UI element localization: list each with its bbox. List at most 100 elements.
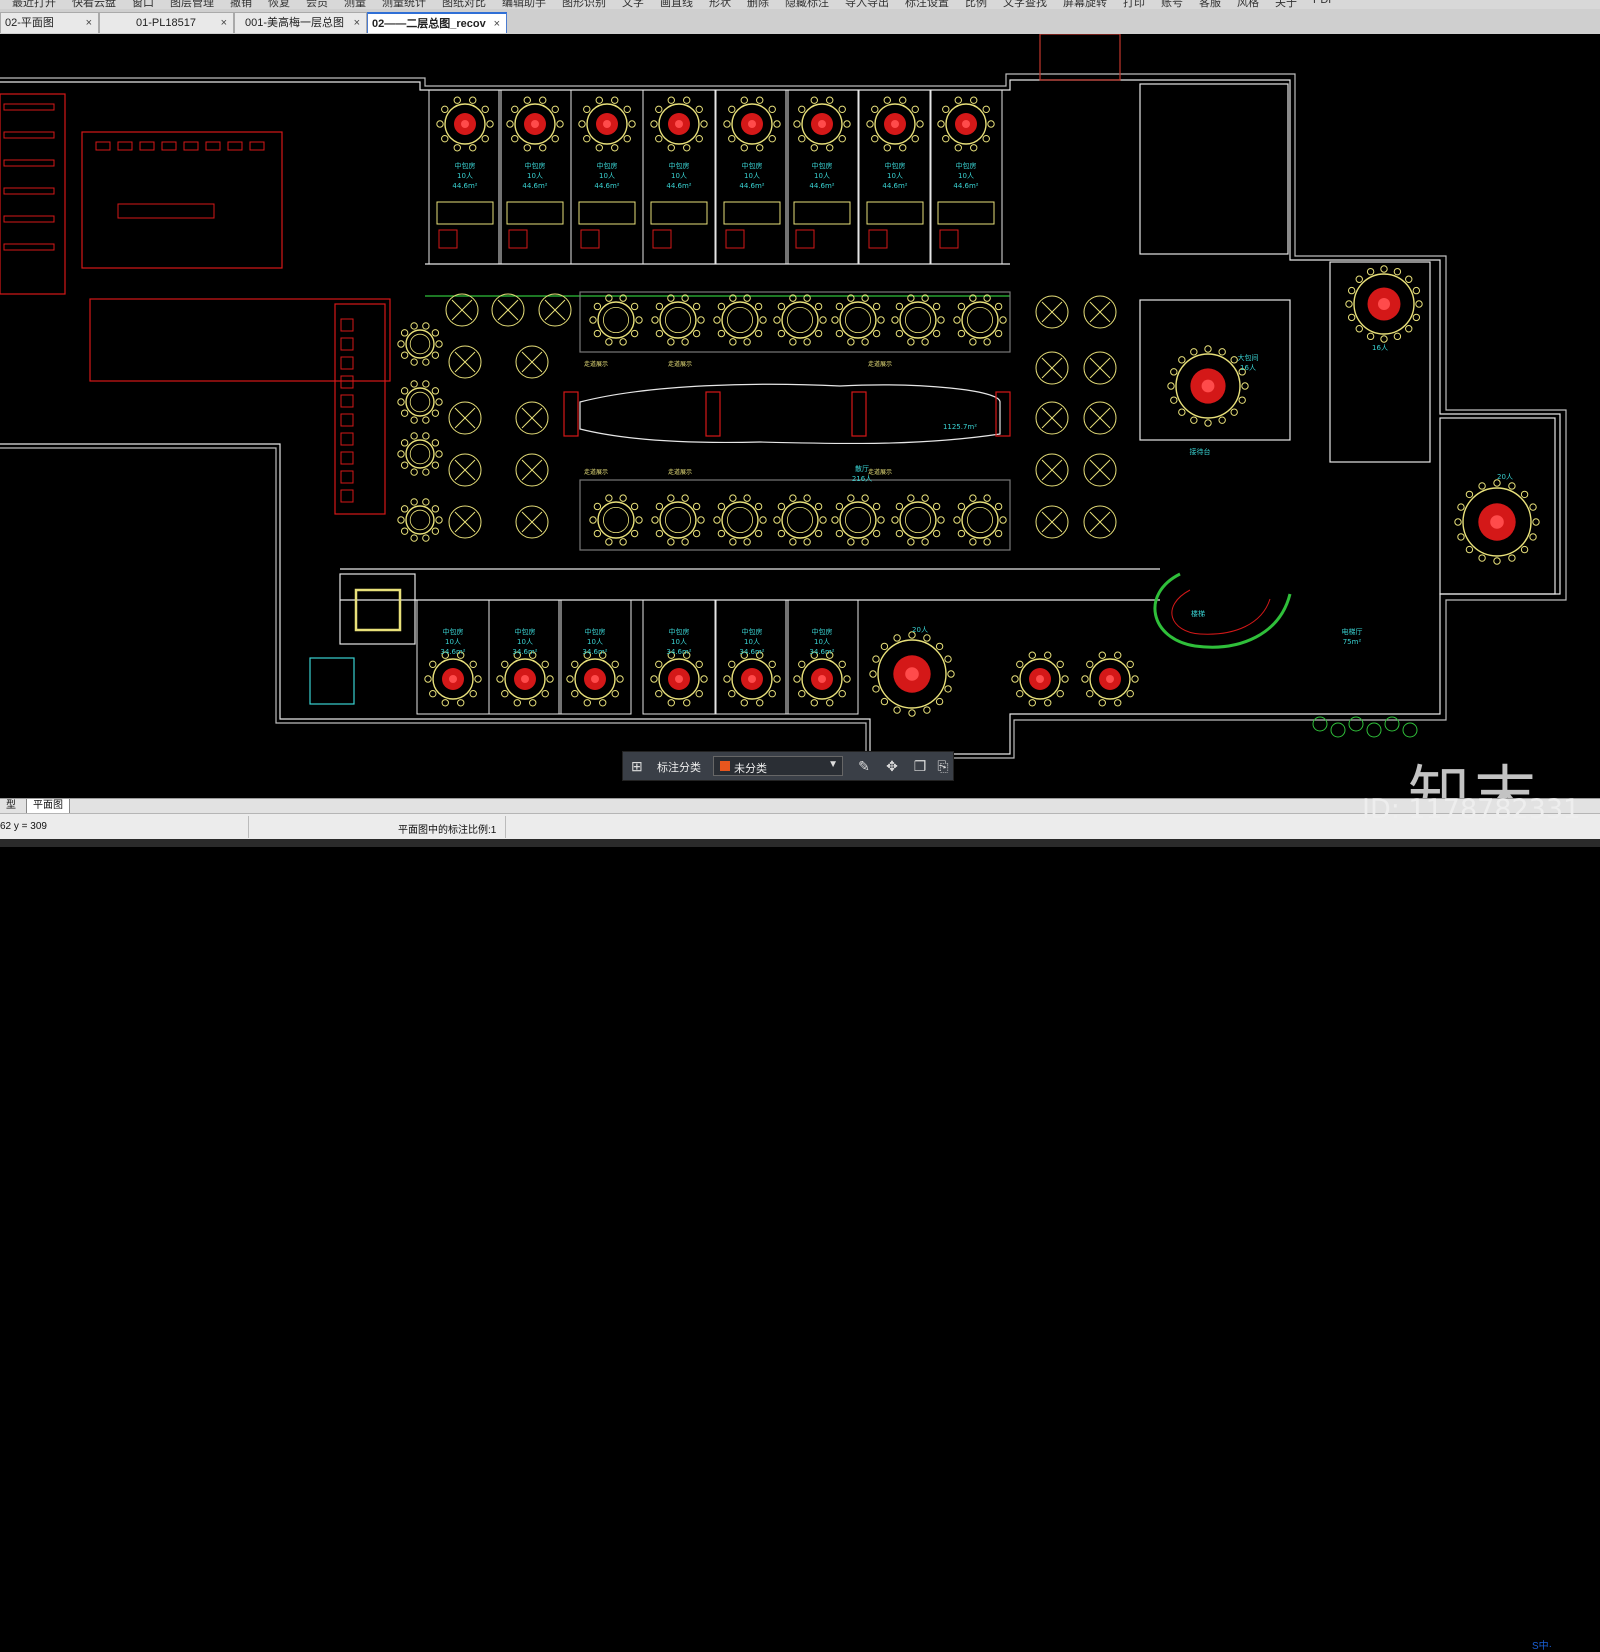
tab-001-first-floor[interactable]: 001-美高梅一层总图 × [234,12,367,33]
menu-item[interactable]: 风格 [1237,0,1259,9]
chair [1230,408,1238,416]
room-area: 34.6m² [666,648,691,656]
menu-item[interactable]: PDF [1313,0,1335,6]
room-capacity: 20人 [912,626,928,634]
chair [1218,348,1226,356]
menu-item[interactable]: 标注设置 [905,0,949,9]
close-icon[interactable]: × [221,13,227,33]
chair [942,105,950,114]
close-icon[interactable]: × [494,14,500,34]
chair [667,699,675,707]
table-inner [409,391,431,413]
layout-tab-model[interactable]: 型 [0,799,22,813]
chair [474,675,482,683]
room-name: 中包房 [812,161,833,170]
chair [539,96,547,104]
chair [1412,286,1421,295]
drawing-canvas[interactable]: 中包房 10人 44.6m² 中包房 10人 44.6m² 中包房 10人 44.6m² 中包房 1… [0,34,1600,798]
close-icon[interactable]: × [354,13,360,33]
chair [683,699,691,707]
document-tab-bar: 02-平面图 × 01-PL18517 × 001-美高梅一层总图 × 02——… [0,9,1600,35]
chair [496,675,504,683]
chair [1478,554,1486,562]
paste-icon[interactable]: ⎘ [934,757,952,775]
chair [803,494,811,502]
chair [869,670,877,678]
chair [872,529,881,538]
menu-item[interactable]: 屏幕旋转 [1063,0,1107,9]
chair [605,338,613,346]
menu-item[interactable]: 文字 [622,0,644,9]
room-capacity: 10人 [527,172,543,180]
menu-item[interactable]: 文字查找 [1003,0,1047,9]
menu-item[interactable]: 隐藏标注 [785,0,829,9]
corridor-label: 走道展示 [584,360,608,368]
ime-indicator[interactable]: S中· [1532,1637,1552,1652]
chair [1380,265,1388,273]
menu-item[interactable]: 恢复 [268,0,290,9]
menu-item[interactable]: 图形识别 [562,0,606,9]
menu-item[interactable]: 账号 [1161,0,1183,9]
chair [982,105,990,114]
menu-item[interactable]: 快看云盘 [72,0,116,9]
chair [695,689,703,698]
menu-item[interactable]: 形状 [709,0,731,9]
chair [635,316,643,324]
menu-item[interactable]: 客服 [1199,0,1221,9]
menu-item[interactable]: 删除 [747,0,769,9]
tab-01-pl18517[interactable]: 01-PL18517 × [99,12,234,33]
menu-item[interactable]: 比例 [965,0,987,9]
chair [619,494,627,502]
chair [511,134,519,143]
chair [611,96,619,104]
table-inner [409,509,431,531]
menu-item[interactable]: 导入导出 [845,0,889,9]
room-name: 中包房 [515,627,536,636]
tab-02-second-floor[interactable]: 02——二层总图_recov × [367,12,507,33]
room-capacity: 10人 [599,172,615,180]
chair [866,120,874,128]
tab-02-plan[interactable]: 02-平面图 × [0,12,99,33]
chair [923,634,931,642]
chair [947,670,955,678]
chair [891,316,899,324]
menu-item[interactable]: 窗口 [132,0,154,9]
move-icon[interactable]: ✥ [883,757,901,775]
chair [798,689,806,698]
menu-item[interactable]: 撤销 [230,0,252,9]
kitchen-fixture [340,451,354,465]
menu-item[interactable]: 会员 [306,0,328,9]
kitchen-fixture [340,470,354,484]
brand-watermark: 知末 [1408,758,1541,798]
chair [1529,533,1537,541]
lazy-susan [461,120,469,128]
menu-item[interactable]: 图层管理 [170,0,214,9]
chair [728,660,736,669]
chair [683,96,691,104]
menu-item[interactable]: 编辑助手 [502,0,546,9]
table-inner [665,306,692,333]
category-select[interactable]: 未分类 ▼ [713,756,843,776]
menu-item[interactable]: 关于 [1275,0,1297,9]
menu-item[interactable]: 测量统计 [382,0,426,9]
room-name: 中包房 [669,627,690,636]
kitchen-shelf [3,103,55,111]
menu-item[interactable]: 打印 [1123,0,1145,9]
room-name: 中包房 [525,161,546,170]
menu-item[interactable]: 最近打开 [12,0,56,9]
copy-icon[interactable]: ❐ [911,757,929,775]
close-icon[interactable]: × [86,13,92,33]
kitchen-shelf [3,215,55,223]
menu-item[interactable]: 画直线 [660,0,693,9]
menu-item[interactable]: 测量 [344,0,366,9]
corridor-label: 走道展示 [584,468,608,476]
grid-icon[interactable]: ⊞ [631,758,647,774]
chair [1044,651,1052,659]
menu-item[interactable]: 图纸对比 [442,0,486,9]
layout-tab-plan[interactable]: 平面图 [26,799,70,814]
lazy-susan [521,675,529,683]
chair [410,534,418,542]
private-room-lower [558,599,632,715]
lazy-susan [1036,675,1044,683]
edit-icon[interactable]: ✎ [855,757,873,775]
